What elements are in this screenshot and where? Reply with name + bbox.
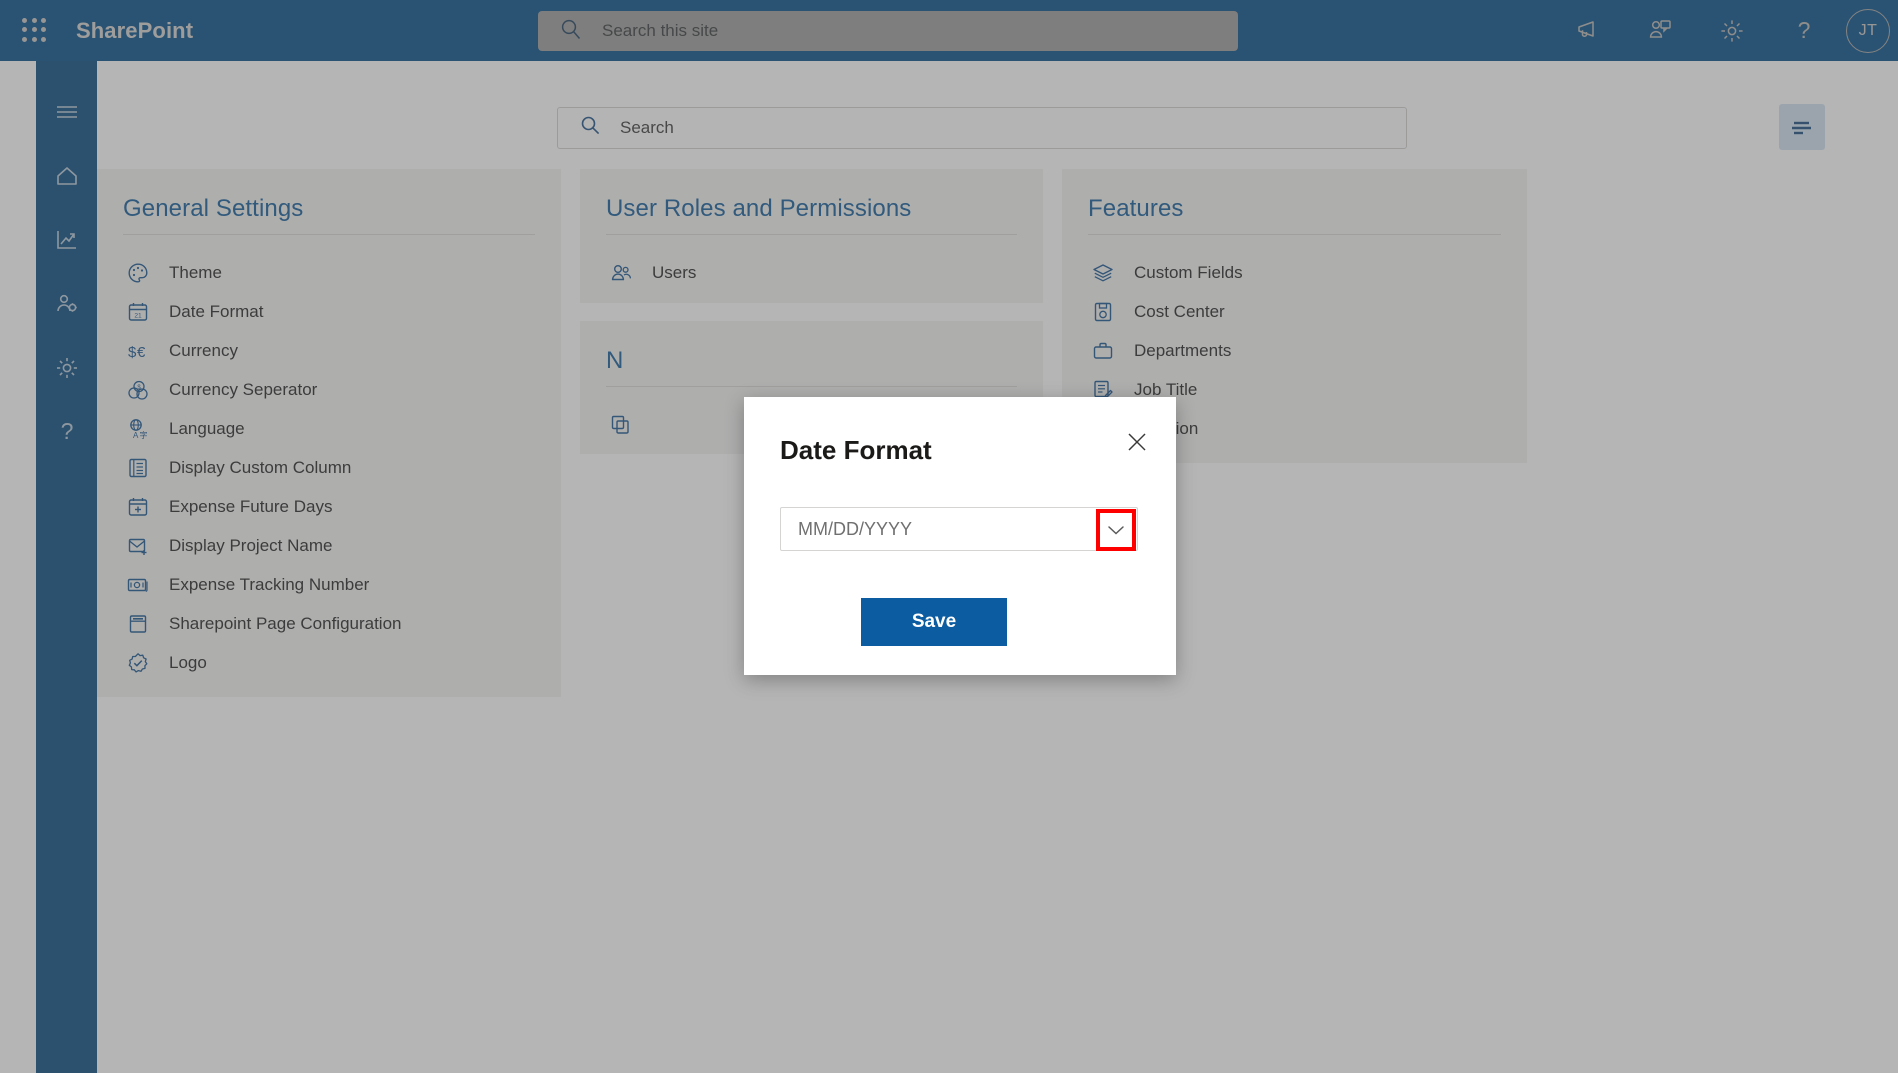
dialog-title: Date Format [780, 435, 932, 465]
date-format-select[interactable]: MM/DD/YYYY [780, 507, 1138, 551]
sharepoint-app: SharePoint Search this site ? JT ? Searc… [0, 0, 1898, 1073]
close-icon[interactable] [1120, 425, 1154, 459]
date-format-dialog: Date Format MM/DD/YYYY Save [744, 397, 1176, 675]
save-button[interactable]: Save [861, 598, 1007, 646]
date-format-value: MM/DD/YYYY [798, 518, 913, 539]
chevron-down-icon[interactable] [1096, 509, 1136, 551]
